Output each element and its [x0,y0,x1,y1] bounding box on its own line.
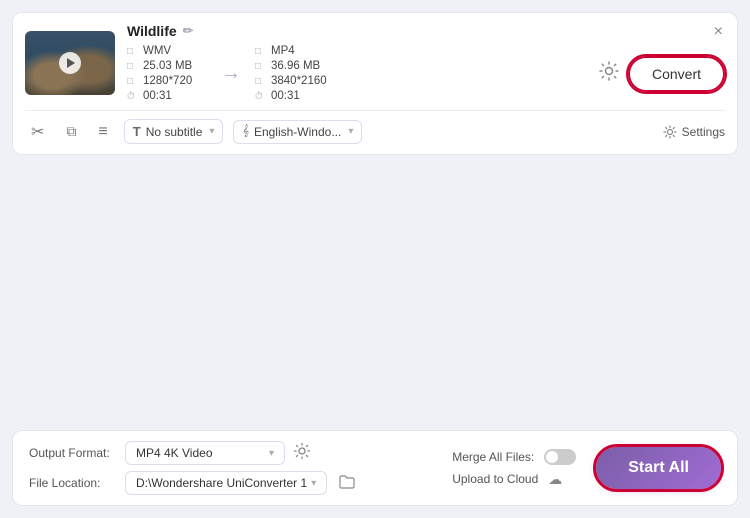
bookmark-button[interactable]: ⧉ [60,123,82,140]
location-chevron-icon: ▾ [311,478,316,489]
target-duration-icon: ⏱ [255,91,267,102]
target-format-icon: □ [255,46,267,57]
source-format: WMV [143,45,171,57]
target-size-icon: □ [255,61,267,72]
merge-toggle[interactable] [544,449,576,465]
resolution-icon: □ [127,76,139,87]
output-format-row: Output Format: MP4 4K Video ▾ [29,441,432,465]
file-card-top: Wildlife ✏ □ WMV □ 25.03 MB [25,23,725,110]
source-resolution-row: □ 1280*720 [127,75,207,87]
list-button[interactable]: ≡ [92,123,113,141]
duration-icon: ⏱ [127,91,139,102]
audio-dropdown[interactable]: 𝄞 English-Windo... ▾ [233,120,362,144]
convert-button[interactable]: Convert [628,56,725,92]
conversion-arrow: → [207,62,255,85]
audio-waveform-icon: 𝄞 [242,125,249,138]
start-all-button[interactable]: Start All [596,447,721,489]
target-size-row: □ 36.96 MB [255,60,335,72]
main-container: Wildlife ✏ □ WMV □ 25.03 MB [0,0,750,518]
upload-label: Upload to Cloud [452,472,538,486]
target-format: MP4 [271,45,295,57]
subtitle-chevron-icon: ▾ [209,126,214,137]
bottom-bar: Output Format: MP4 4K Video ▾ File Locat… [12,430,738,506]
convert-button-wrap: Convert [598,56,725,92]
file-card-bottom: ✂ ⧉ ≡ T No subtitle ▾ 𝄞 English-Windo...… [25,110,725,144]
audio-chevron-icon: ▾ [348,126,353,137]
target-format-row: □ MP4 [255,45,335,57]
target-resolution-icon: □ [255,76,267,87]
upload-cloud-row: Upload to Cloud ☁ [452,471,576,488]
cut-button[interactable]: ✂ [25,122,50,142]
file-location-label: File Location: [29,476,117,490]
target-size: 36.96 MB [271,60,320,72]
source-duration-row: ⏱ 00:31 [127,90,207,102]
source-resolution: 1280*720 [143,75,192,87]
file-meta-row: □ WMV □ 25.03 MB □ 1280*720 ⏱ [127,45,725,102]
merge-section: Merge All Files: Upload to Cloud ☁ [432,449,576,488]
target-duration-row: ⏱ 00:31 [255,90,335,102]
subtitle-icon: T [133,124,141,139]
file-location-row: File Location: D:\Wondershare UniConvert… [29,471,432,495]
format-icon: □ [127,46,139,57]
file-info: Wildlife ✏ □ WMV □ 25.03 MB [127,23,725,102]
bottom-left-section: Output Format: MP4 4K Video ▾ File Locat… [29,441,432,495]
audio-label: English-Windo... [254,125,341,139]
file-location-select[interactable]: D:\Wondershare UniConverter 1 ▾ [125,471,327,495]
settings-gear-button[interactable] [598,60,620,88]
file-card: Wildlife ✏ □ WMV □ 25.03 MB [12,12,738,155]
target-resolution: 3840*2160 [271,75,327,87]
source-size-row: □ 25.03 MB [127,60,207,72]
format-chevron-icon: ▾ [269,448,274,459]
source-meta: □ WMV □ 25.03 MB □ 1280*720 ⏱ [127,45,207,102]
settings-text: Settings [682,125,725,139]
play-button[interactable] [59,52,81,74]
settings-gear-small-icon [663,125,677,139]
settings-link[interactable]: Settings [663,125,725,139]
file-title: Wildlife [127,23,177,39]
cloud-upload-icon[interactable]: ☁ [548,471,562,488]
target-resolution-row: □ 3840*2160 [255,75,335,87]
output-format-value: MP4 4K Video [136,446,213,460]
source-size: 25.03 MB [143,60,192,72]
empty-drop-area [12,165,738,420]
edit-icon[interactable]: ✏ [183,23,194,39]
output-format-select[interactable]: MP4 4K Video ▾ [125,441,285,465]
source-format-row: □ WMV [127,45,207,57]
open-folder-button[interactable] [335,475,359,492]
size-icon: □ [127,61,139,72]
merge-all-files-row: Merge All Files: [452,449,576,465]
target-duration: 00:31 [271,90,300,102]
target-meta: □ MP4 □ 36.96 MB □ 3840*2160 ⏱ [255,45,335,102]
close-file-button[interactable]: × [714,23,723,41]
video-thumbnail[interactable] [25,31,115,95]
output-settings-button[interactable] [293,442,311,465]
subtitle-dropdown[interactable]: T No subtitle ▾ [124,119,224,144]
source-duration: 00:31 [143,90,172,102]
file-title-row: Wildlife ✏ [127,23,725,39]
file-location-value: D:\Wondershare UniConverter 1 [136,476,307,490]
output-format-label: Output Format: [29,446,117,460]
subtitle-label: No subtitle [146,125,203,139]
merge-label: Merge All Files: [452,450,534,464]
